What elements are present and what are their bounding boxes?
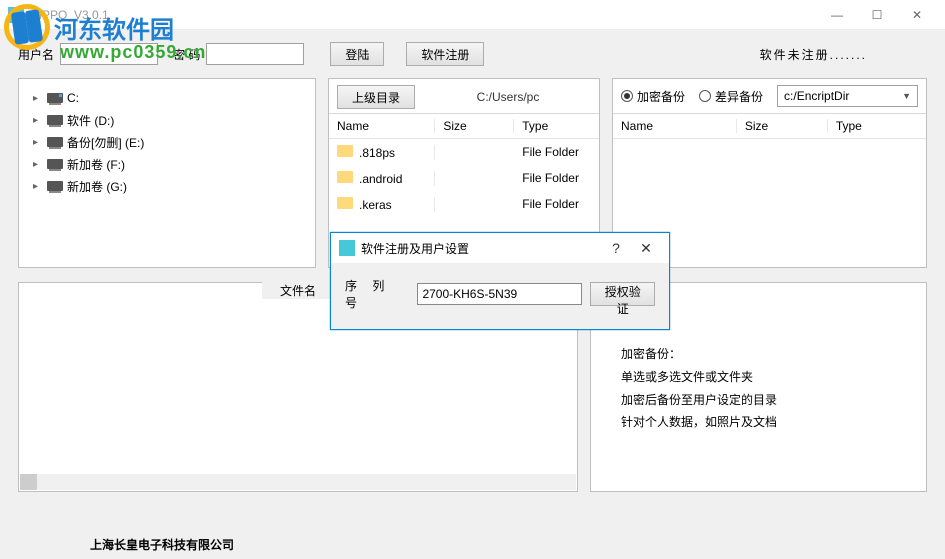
serial-input[interactable]	[417, 283, 582, 305]
password-label: 密 码	[173, 46, 200, 63]
col-type[interactable]: Type	[514, 119, 599, 133]
info-line: 单选或多选文件或文件夹	[621, 366, 896, 389]
expand-icon[interactable]: ▸	[33, 181, 43, 192]
drive-icon	[47, 159, 63, 169]
file-name: .keras	[359, 198, 392, 212]
tree-item[interactable]: ▸ 软件 (D:)	[25, 109, 309, 131]
tree-item[interactable]: ▸ 备份[勿删] (E:)	[25, 131, 309, 153]
tree-item[interactable]: ▸ 新加卷 (F:)	[25, 153, 309, 175]
drive-icon	[47, 93, 63, 103]
drive-icon	[47, 181, 63, 191]
tree-label: 备份[勿删] (E:)	[67, 134, 144, 151]
file-type: File Folder	[514, 197, 599, 211]
folder-icon	[337, 171, 353, 183]
registration-dialog: 软件注册及用户设置 ? ✕ 序 列 号 授权验证	[330, 232, 670, 330]
col-size[interactable]: Size	[737, 119, 828, 133]
radio-label: 加密备份	[637, 88, 685, 105]
register-button[interactable]: 软件注册	[406, 42, 484, 66]
username-input[interactable]	[60, 43, 158, 65]
file-grid-header[interactable]: Name Size Type	[329, 113, 599, 139]
col-name[interactable]: Name	[329, 119, 435, 133]
login-button[interactable]: 登陆	[330, 42, 384, 66]
backup-grid-header[interactable]: Name Size Type	[613, 113, 926, 139]
dialog-titlebar[interactable]: 软件注册及用户设置 ? ✕	[331, 233, 669, 263]
file-name: .android	[359, 172, 402, 186]
info-line: 针对个人数据，如照片及文档	[621, 411, 896, 434]
expand-icon[interactable]: ▸	[33, 137, 43, 148]
drive-tree-panel: ▸ C: ▸ 软件 (D:) ▸ 备份[勿删] (E:) ▸ 新加卷 (F:) ▸ 新加卷…	[18, 78, 316, 268]
titlebar: HIPPO_V3.0.1 — ☐ ✕	[0, 0, 945, 30]
scrollbar-thumb[interactable]	[20, 474, 37, 490]
password-input[interactable]	[206, 43, 304, 65]
scrollbar-track[interactable]	[37, 474, 576, 490]
chevron-down-icon: ▼	[902, 91, 911, 101]
horizontal-scrollbar[interactable]	[20, 474, 576, 490]
drive-icon	[47, 115, 63, 125]
tree-label: 新加卷 (G:)	[67, 178, 127, 195]
file-row[interactable]: .818ps File Folder	[329, 139, 599, 165]
parent-dir-button[interactable]: 上级目录	[337, 85, 415, 109]
register-status: 软件未注册.......	[760, 46, 867, 63]
login-toolbar: 用户名 密 码 登陆 软件注册 软件未注册.......	[18, 36, 927, 78]
drive-icon	[47, 137, 63, 147]
tree-label: 新加卷 (F:)	[67, 156, 125, 173]
expand-icon[interactable]: ▸	[33, 159, 43, 170]
radio-diff-backup[interactable]: 差异备份	[699, 88, 763, 105]
username-label: 用户名	[18, 46, 54, 63]
file-name: .818ps	[359, 146, 395, 160]
info-heading: 加密备份：	[621, 343, 896, 366]
verify-button[interactable]: 授权验证	[590, 282, 655, 306]
file-type: File Folder	[514, 145, 599, 159]
tree-label: 软件 (D:)	[67, 112, 114, 129]
radio-encrypt-backup[interactable]: 加密备份	[621, 88, 685, 105]
expand-icon[interactable]: ▸	[33, 115, 43, 126]
info-line: 加密后备份至用户设定的目录	[621, 389, 896, 412]
dialog-help-button[interactable]: ?	[601, 240, 631, 256]
folder-icon	[337, 197, 353, 209]
folder-icon	[337, 145, 353, 157]
tree-item[interactable]: ▸ 新加卷 (G:)	[25, 175, 309, 197]
company-footer: 上海长皇电子科技有限公司	[0, 536, 945, 553]
minimize-button[interactable]: —	[817, 1, 857, 29]
close-button[interactable]: ✕	[897, 1, 937, 29]
drive-tree[interactable]: ▸ C: ▸ 软件 (D:) ▸ 备份[勿删] (E:) ▸ 新加卷 (F:) ▸ 新加卷…	[19, 79, 315, 267]
file-row[interactable]: .keras File Folder	[329, 191, 599, 217]
filename-header: 文件名	[262, 282, 334, 299]
dialog-close-button[interactable]: ✕	[631, 240, 661, 257]
file-type: File Folder	[514, 171, 599, 185]
radio-label: 差异备份	[715, 88, 763, 105]
radio-icon	[699, 90, 711, 102]
window-title: HIPPO_V3.0.1	[30, 8, 817, 22]
maximize-button[interactable]: ☐	[857, 1, 897, 29]
file-row[interactable]: .android File Folder	[329, 165, 599, 191]
dialog-icon	[339, 240, 355, 256]
tree-label: C:	[67, 91, 79, 105]
target-dir-combo[interactable]: c:/EncriptDir ▼	[777, 85, 918, 107]
tree-item[interactable]: ▸ C:	[25, 87, 309, 109]
dialog-title: 软件注册及用户设置	[361, 240, 601, 257]
col-size[interactable]: Size	[435, 119, 514, 133]
serial-label: 序 列 号	[345, 277, 409, 311]
col-name[interactable]: Name	[613, 119, 737, 133]
current-path: C:/Users/pc	[425, 90, 591, 104]
col-type[interactable]: Type	[828, 119, 926, 133]
expand-icon[interactable]: ▸	[33, 93, 43, 104]
app-icon	[8, 7, 24, 23]
radio-icon	[621, 90, 633, 102]
combo-value: c:/EncriptDir	[784, 89, 849, 103]
